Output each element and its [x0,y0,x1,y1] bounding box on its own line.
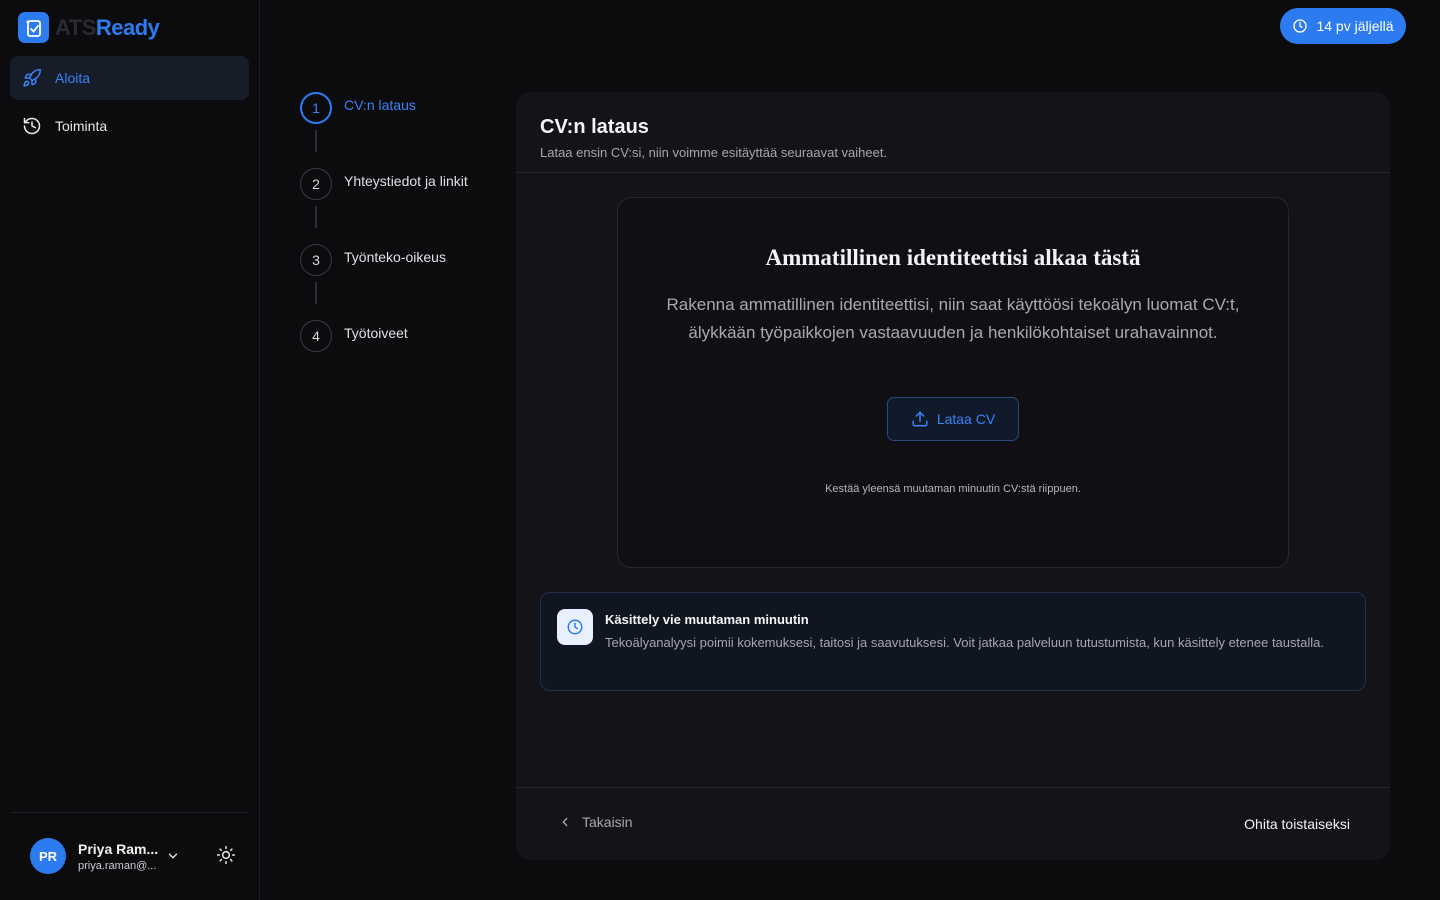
info-title: Käsittely vie muutaman minuutin [605,612,809,627]
step-job-preferences[interactable]: 4 Työtoiveet [300,320,500,352]
step-number: 4 [300,320,332,352]
step-connector [315,282,317,304]
trial-label: 14 pv jäljellä [1316,18,1394,34]
upload-heading: Ammatillinen identiteettisi alkaa tästä [765,245,1141,270]
step-label: CV:n lataus [344,97,416,113]
step-label: Työtoiveet [344,325,408,341]
main-panel: CV:n lataus Lataa ensin CV:si, niin voim… [516,92,1390,860]
sidebar-nav: Aloita Toiminta [10,56,249,152]
step-connector [315,206,317,228]
user-menu[interactable]: PR Priya Ram... priya.raman@... [30,838,180,874]
clock-icon [557,609,593,645]
history-icon [23,117,41,135]
cv-upload-card: Ammatillinen identiteettisi alkaa tästä … [617,197,1289,568]
step-work-permit[interactable]: 3 Työnteko-oikeus [300,244,500,276]
skip-button[interactable]: Ohita toistaiseksi [1244,816,1350,832]
brand-logo[interactable]: ATSReady [18,12,160,43]
step-number: 3 [300,244,332,276]
step-number: 2 [300,168,332,200]
upload-cv-button[interactable]: Lataa CV [887,397,1019,441]
theme-toggle-button[interactable] [216,845,236,870]
step-number: 1 [300,92,332,124]
sidebar-item-label: Toiminta [55,118,108,134]
back-button[interactable]: Takaisin [558,814,633,830]
panel-footer: Takaisin Ohita toistaiseksi [516,787,1390,860]
step-connector [315,130,317,152]
page-subtitle: Lataa ensin CV:si, niin voimme esitäyttä… [540,145,888,160]
user-name: Priya Ram... [78,840,159,857]
avatar: PR [30,838,66,874]
info-text: Tekoälyanalyysi poimii kokemuksesi, tait… [605,635,1324,650]
upload-cv-label: Lataa CV [936,411,996,427]
sidebar-item-label: Aloita [55,70,91,86]
user-email: priya.raman@... [78,859,157,872]
chevron-left-icon [562,817,568,827]
step-contact-links[interactable]: 2 Yhteystiedot ja linkit [300,168,500,200]
upload-description: Rakenna ammatillinen identiteettisi, nii… [666,295,1240,342]
step-label: Työnteko-oikeus [344,249,446,265]
panel-header: CV:n lataus Lataa ensin CV:si, niin voim… [516,92,1390,173]
sidebar-divider [10,812,248,813]
rocket-icon [23,68,42,87]
logo-mark-icon [18,12,49,43]
sidebar-item-toiminta[interactable]: Toiminta [10,104,249,148]
sidebar-item-aloita[interactable]: Aloita [10,56,249,100]
step-cv-upload[interactable]: 1 CV:n lataus [300,92,500,124]
upload-note: Kestää yleensä muutaman minuutin CV:stä … [825,483,1081,495]
brand-name: ATSReady [55,14,160,40]
sidebar: ATSReady Aloita Toiminta PR Priya Ram... [0,0,260,900]
page-title: CV:n lataus [540,116,649,138]
step-label: Yhteystiedot ja linkit [344,173,468,189]
back-label: Takaisin [582,814,633,830]
upload-icon [912,411,928,427]
trial-days-badge[interactable]: 14 pv jäljellä [1280,8,1406,44]
chevron-down-icon[interactable] [166,849,180,863]
clock-icon [1293,19,1308,33]
sun-icon [216,845,236,865]
processing-info-box: Käsittely vie muutaman minuutin Tekoälya… [540,592,1366,691]
